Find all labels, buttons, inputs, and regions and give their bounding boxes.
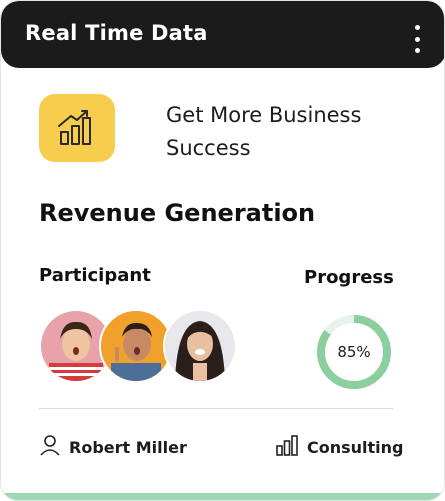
category-label: Consulting bbox=[307, 437, 404, 457]
bar-chart-growth-icon bbox=[39, 94, 115, 162]
owner-info: Robert Miller bbox=[39, 434, 187, 460]
participant-avatars bbox=[39, 309, 239, 383]
progress-label: Progress bbox=[304, 267, 394, 288]
section-title: Revenue Generation bbox=[39, 199, 316, 227]
category-info: Consulting bbox=[275, 434, 404, 460]
divider bbox=[39, 408, 393, 409]
user-icon bbox=[39, 434, 61, 460]
bar-chart-icon bbox=[275, 434, 299, 460]
avatar[interactable] bbox=[99, 309, 173, 383]
real-time-data-card: Real Time Data Get More Business Success… bbox=[0, 0, 445, 501]
owner-name: Robert Miller bbox=[69, 437, 187, 457]
card-header: Real Time Data bbox=[1, 1, 444, 68]
banner-headline: Get More Business Success bbox=[166, 103, 362, 160]
progress-value: 85% bbox=[337, 343, 371, 361]
kebab-menu-icon[interactable] bbox=[412, 25, 422, 53]
card-title: Real Time Data bbox=[25, 21, 208, 45]
bottom-accent-bar bbox=[1, 493, 444, 500]
participant-label: Participant bbox=[39, 265, 151, 286]
avatar[interactable] bbox=[163, 309, 237, 383]
